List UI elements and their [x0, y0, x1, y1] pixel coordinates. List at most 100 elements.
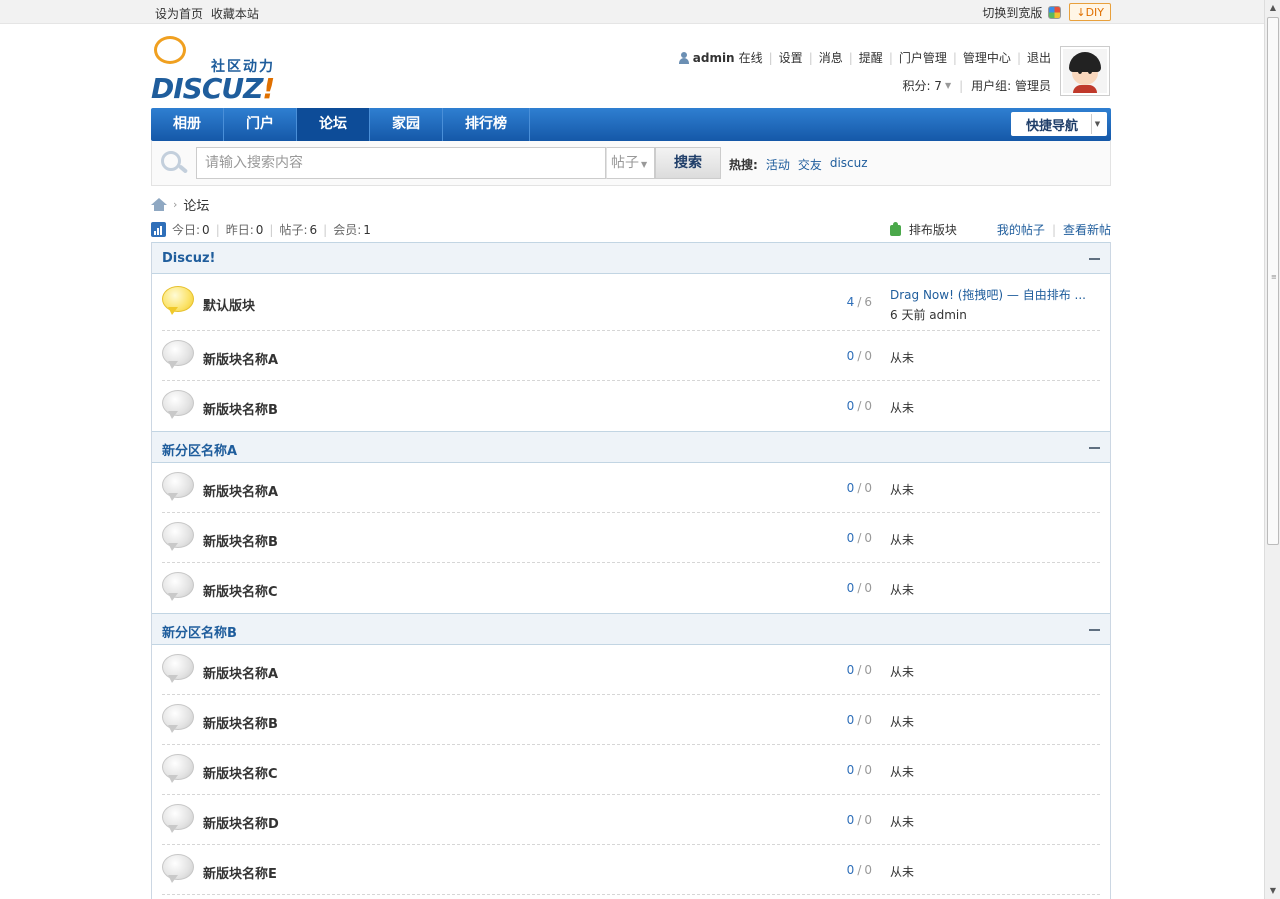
quick-nav-button[interactable]: 快捷导航 ▼ — [1011, 112, 1107, 136]
search-bar: 请输入搜索内容 帖子 ▼ 搜索 热搜: 活动 交友 discuz — [151, 141, 1111, 186]
quick-nav-label: 快捷导航 — [1026, 118, 1079, 134]
scroll-down-icon[interactable]: ▼ — [1265, 883, 1280, 899]
caret-down-icon[interactable]: ▼ — [945, 81, 951, 90]
forum-count: 4/6 — [846, 295, 872, 309]
forum-name[interactable]: 新版块名称A — [203, 349, 278, 368]
switch-width-link[interactable]: 切换到宽版 — [982, 4, 1042, 21]
username-link[interactable]: admin — [693, 51, 735, 65]
forum-name[interactable]: 新版块名称C — [203, 581, 278, 600]
order-forums-link[interactable]: 排布版块 — [909, 221, 957, 238]
collapse-icon[interactable] — [1089, 629, 1100, 631]
forum-row: 新版块名称C 0/0 从未 — [162, 745, 1100, 795]
stat-yesterday-value: 0 — [255, 222, 264, 237]
breadcrumb-forum[interactable]: 论坛 — [183, 195, 209, 214]
hot-link-activity[interactable]: 活动 — [766, 156, 790, 173]
forum-name[interactable]: 新版块名称B — [203, 531, 278, 550]
home-icon[interactable] — [151, 197, 167, 212]
forum-row: 新版块名称A 0/0 从未 — [162, 645, 1100, 695]
admin-center-link[interactable]: 管理中心 — [963, 49, 1011, 66]
forum-last-post: 从未 — [890, 715, 915, 729]
diy-button[interactable]: ↓DIY — [1069, 3, 1111, 21]
puzzle-icon — [888, 222, 903, 237]
page-scrollbar[interactable]: ▲ ≡ ▼ — [1264, 0, 1280, 899]
forum-last-post: 从未 — [890, 351, 915, 365]
scroll-up-icon[interactable]: ▲ — [1265, 0, 1280, 16]
bookmark-link[interactable]: 收藏本站 — [211, 7, 259, 21]
forum-name[interactable]: 新版块名称E — [203, 863, 277, 882]
forum-actions: 排布版块 我的帖子 | 查看新帖 — [888, 221, 1111, 238]
hot-searches: 热搜: 活动 交友 discuz — [729, 156, 876, 173]
logo-word-mark: ! — [262, 72, 275, 105]
nav-item-forum[interactable]: 论坛 — [297, 108, 370, 141]
avatar[interactable] — [1060, 46, 1110, 96]
stat-posts-label: 帖子: — [279, 223, 308, 237]
group-title[interactable]: 新分区名称B — [162, 622, 237, 641]
hot-link-discuz[interactable]: discuz — [830, 156, 868, 173]
group-title[interactable]: 新分区名称A — [162, 440, 237, 459]
forum-row: 新版块名称A 0/0 从未 — [162, 463, 1100, 513]
usergroup-link[interactable]: 用户组: 管理员 — [971, 77, 1051, 94]
forum-name[interactable]: 新版块名称B — [203, 713, 278, 732]
settings-link[interactable]: 设置 — [779, 49, 803, 66]
new-posts-link[interactable]: 查看新帖 — [1063, 221, 1111, 238]
forum-name[interactable]: 新版块名称B — [203, 399, 278, 418]
forum-row: 新版块名称D 0/0 从未 — [162, 795, 1100, 845]
forum-last-post: 从未 — [890, 815, 915, 829]
forum-last-post: 从未 — [890, 665, 915, 679]
messages-link[interactable]: 消息 — [819, 49, 843, 66]
forum-name[interactable]: 默认版块 — [203, 295, 255, 314]
score-bar: 积分: 7 ▼ | 用户组: 管理员 — [902, 77, 1051, 94]
forum-icon — [162, 804, 194, 834]
logo-wordmark: DISCUZ! — [151, 72, 275, 105]
user-icon — [678, 51, 689, 64]
logout-link[interactable]: 退出 — [1027, 49, 1051, 66]
forum-count: 0/0 — [846, 813, 872, 827]
style-palette-icon[interactable] — [1048, 5, 1062, 19]
forum-count: 0/0 — [846, 349, 872, 363]
nav-item-ranking[interactable]: 排行榜 — [443, 108, 530, 141]
forum-count: 0/0 — [846, 763, 872, 777]
logo-word-main: DISCUZ — [151, 72, 263, 105]
caret-down-icon: ▼ — [641, 160, 648, 169]
nav-item-album[interactable]: 相册 — [151, 108, 224, 141]
search-type-value: 帖子 — [611, 155, 639, 171]
score-link[interactable]: 积分: 7 — [902, 77, 942, 94]
forum-count: 0/0 — [846, 481, 872, 495]
forum-row: 新版块名称B 0/0 从未 — [162, 513, 1100, 563]
search-button[interactable]: 搜索 — [655, 147, 721, 179]
top-bar: 设为首页 收藏本站 切换到宽版 ↓DIY — [0, 0, 1264, 24]
group-title[interactable]: Discuz! — [162, 251, 215, 266]
forum-icon — [162, 754, 194, 784]
forum-icon — [162, 472, 194, 502]
search-type-select[interactable]: 帖子 ▼ — [606, 147, 655, 179]
forum-count: 0/0 — [846, 863, 872, 877]
forum-last-post: 从未 — [890, 533, 915, 547]
forum-count: 0/0 — [846, 581, 872, 595]
forum-name[interactable]: 新版块名称C — [203, 763, 278, 782]
forum-name[interactable]: 新版块名称D — [203, 813, 279, 832]
forum-count: 0/0 — [846, 713, 872, 727]
nav-item-portal[interactable]: 门户 — [224, 108, 297, 141]
last-post-meta: 6 天前 admin — [890, 308, 967, 322]
scroll-thumb[interactable]: ≡ — [1267, 17, 1279, 545]
forum-name[interactable]: 新版块名称A — [203, 481, 278, 500]
avatar-image — [1063, 49, 1107, 93]
collapse-icon[interactable] — [1089, 447, 1100, 449]
hot-link-dating[interactable]: 交友 — [798, 156, 822, 173]
stat-members-value: 1 — [363, 222, 371, 237]
set-home-link[interactable]: 设为首页 — [155, 7, 203, 21]
forum-stats: 今日: 0 | 昨日: 0 | 帖子: 6 | 会员: 1 — [151, 221, 371, 238]
portal-admin-link[interactable]: 门户管理 — [899, 49, 947, 66]
chevron-down-icon: ▼ — [1091, 114, 1103, 134]
last-post-title[interactable]: Drag Now! (拖拽吧) — 自由排布 ... — [890, 286, 1086, 303]
forum-row: 新版块名称B 0/0 从未 — [162, 381, 1100, 431]
my-posts-link[interactable]: 我的帖子 — [997, 221, 1045, 238]
forum-name[interactable]: 新版块名称A — [203, 663, 278, 682]
notifications-link[interactable]: 提醒 — [859, 49, 883, 66]
user-bar: admin 在线 | 设置 | 消息 | 提醒 | 门户管理 | 管理中心 | … — [678, 49, 1051, 66]
site-logo[interactable]: 社区动力 DISCUZ! — [151, 34, 291, 105]
collapse-icon[interactable] — [1089, 258, 1100, 260]
search-input[interactable]: 请输入搜索内容 — [196, 147, 606, 179]
nav-item-home[interactable]: 家园 — [370, 108, 443, 141]
bar-chart-icon — [151, 222, 166, 237]
